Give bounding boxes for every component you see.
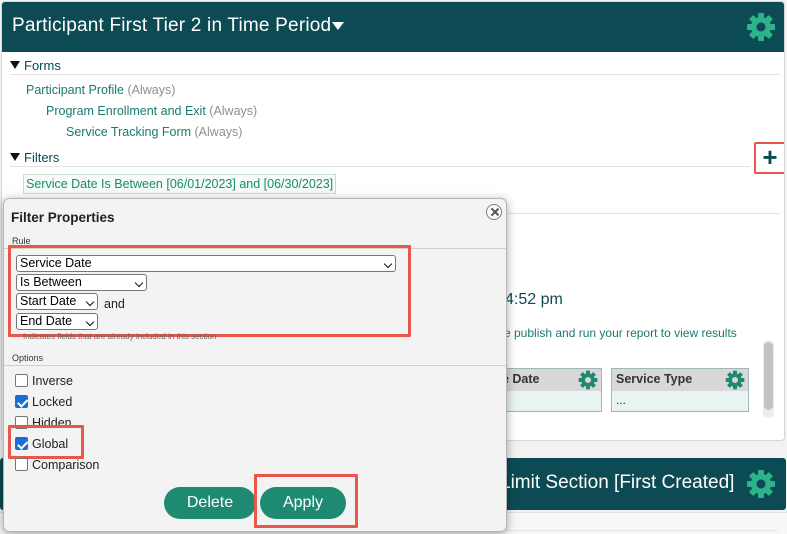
field-select-value: Service Date xyxy=(20,256,92,270)
form-item-qualifier: (Always) xyxy=(209,104,258,118)
section-divider xyxy=(10,74,780,75)
end-date-select[interactable]: End Date xyxy=(16,313,98,330)
close-icon[interactable] xyxy=(486,204,502,220)
filter-properties-dialog: Filter Properties Rule Service Date Is B… xyxy=(3,198,507,532)
option-label: Comparison xyxy=(32,458,100,472)
chevron-down-icon xyxy=(85,317,95,327)
form-item-label: Program Enrollment and Exit xyxy=(46,104,206,118)
forms-section-toggle[interactable]: Forms xyxy=(10,58,61,73)
form-item-service-tracking[interactable]: Service Tracking Form (Always) xyxy=(66,125,242,139)
gear-icon[interactable] xyxy=(578,370,598,390)
scrollbar[interactable] xyxy=(763,340,774,418)
options-heading: Options xyxy=(12,353,44,363)
operator-select[interactable]: Is Between xyxy=(16,274,147,291)
report-title[interactable]: Participant First Tier 2 in Time Period xyxy=(12,15,331,37)
global-checkbox[interactable] xyxy=(15,437,28,450)
caret-down-icon[interactable] xyxy=(332,22,344,30)
form-item-qualifier: (Always) xyxy=(194,125,243,139)
column-header: Service Type xyxy=(612,369,748,391)
operator-select-value: Is Between xyxy=(20,275,82,289)
limit-section-title[interactable]: Limit Section [First Created] xyxy=(500,472,734,494)
field-select[interactable]: Service Date xyxy=(16,255,396,272)
form-item-label: Participant Profile xyxy=(26,83,124,97)
option-label: Global xyxy=(32,437,69,451)
report-header: Participant First Tier 2 in Time Period xyxy=(2,2,784,52)
apply-button[interactable]: Apply xyxy=(260,487,346,519)
dialog-divider xyxy=(4,365,506,366)
filters-heading: Filters xyxy=(24,150,60,165)
dialog-title: Filter Properties xyxy=(11,210,115,225)
form-item-label: Service Tracking Form xyxy=(66,125,192,139)
start-date-select[interactable]: Start Date xyxy=(16,293,98,310)
forms-heading: Forms xyxy=(24,58,61,73)
locked-checkbox[interactable] xyxy=(15,395,28,408)
delete-button[interactable]: Delete xyxy=(164,487,256,519)
option-label: Locked xyxy=(32,395,73,409)
triangle-down-icon xyxy=(10,61,20,69)
column-body xyxy=(491,391,601,411)
publish-note: se publish and run your report to view r… xyxy=(498,326,737,340)
start-date-value: Start Date xyxy=(20,294,77,308)
filters-section-toggle[interactable]: Filters xyxy=(10,150,59,165)
fields-hint: Indicates fields that are already includ… xyxy=(23,332,217,341)
and-label: and xyxy=(104,297,125,311)
add-filter-button[interactable]: + xyxy=(754,142,784,174)
end-date-value: End Date xyxy=(20,314,73,328)
column-body: ... xyxy=(612,391,748,411)
inverse-checkbox[interactable] xyxy=(15,374,28,387)
column-header-label: Service Type xyxy=(616,372,693,386)
form-item-program-enrollment[interactable]: Program Enrollment and Exit (Always) xyxy=(46,104,257,118)
gear-icon[interactable] xyxy=(725,370,745,390)
gear-icon[interactable] xyxy=(746,469,776,499)
column-card[interactable]: Service Type ... xyxy=(611,368,749,412)
triangle-down-icon xyxy=(10,153,20,161)
form-item-participant-profile[interactable]: Participant Profile (Always) xyxy=(26,83,175,97)
gear-icon[interactable] xyxy=(746,12,776,42)
last-run-time: 4:52 pm xyxy=(505,291,563,308)
chevron-down-icon xyxy=(85,297,95,307)
form-item-qualifier: (Always) xyxy=(127,83,176,97)
option-label: Inverse xyxy=(32,374,73,388)
chevron-down-icon xyxy=(383,259,393,269)
comparison-checkbox[interactable] xyxy=(15,458,28,471)
filter-chip[interactable]: Service Date Is Between [06/01/2023] and… xyxy=(23,174,337,194)
chevron-down-icon xyxy=(134,278,144,288)
scrollbar-thumb[interactable] xyxy=(764,342,773,410)
column-header: ce Date xyxy=(491,369,601,391)
section-divider xyxy=(10,166,750,167)
